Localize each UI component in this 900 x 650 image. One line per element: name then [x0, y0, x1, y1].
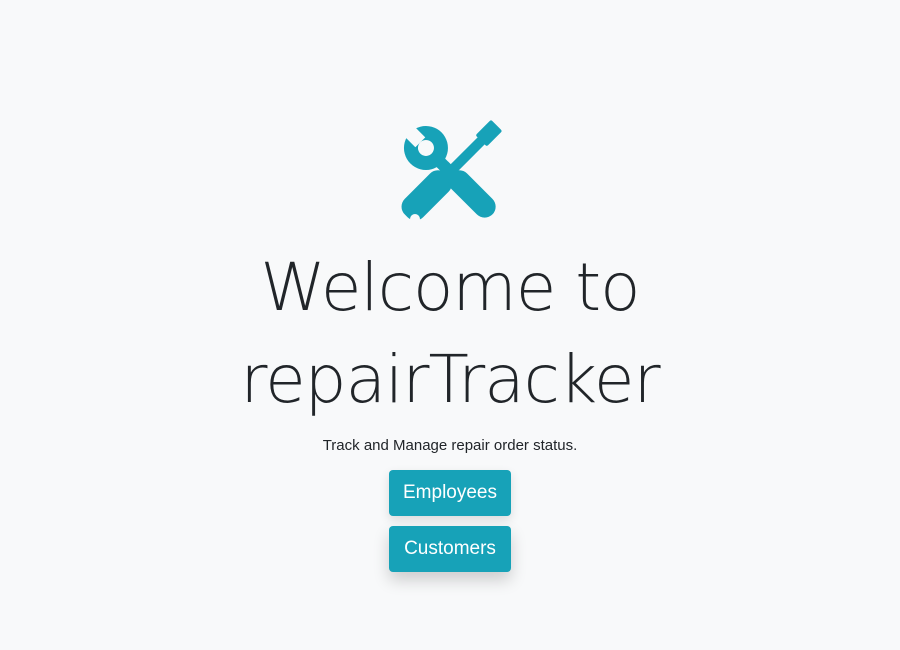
title-line-welcome: Welcome to — [260, 249, 640, 326]
wrench-screwdriver-icon — [401, 120, 502, 224]
customers-button[interactable]: Customers — [389, 526, 511, 572]
employees-button[interactable]: Employees — [389, 470, 511, 516]
title-line-app-name: repairTracker — [240, 341, 660, 418]
hero-section: Welcome to repairTracker Track and Manag… — [0, 112, 900, 572]
landing-page: Welcome to repairTracker Track and Manag… — [0, 0, 900, 650]
tagline: Track and Manage repair order status. — [322, 437, 578, 454]
page-title: Welcome to repairTracker — [240, 242, 660, 426]
